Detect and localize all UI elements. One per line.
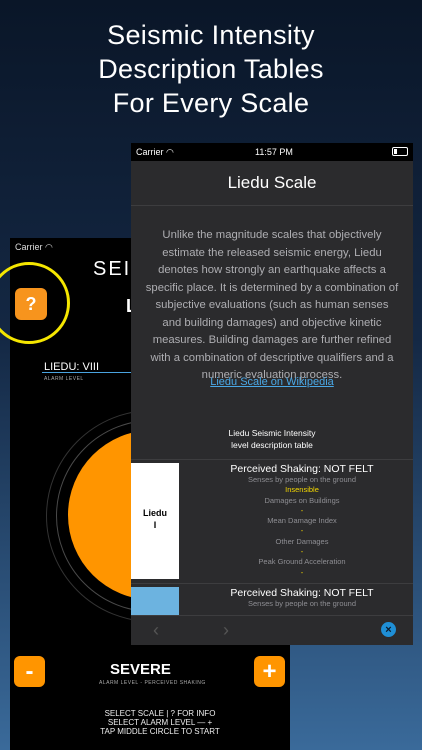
row-title: Perceived Shaking: NOT FELT (230, 587, 374, 599)
bottom-toolbar: ‹ › × (131, 615, 413, 645)
row-line: Other Damages (275, 536, 329, 546)
row-line: - (300, 505, 304, 515)
status-bar: Carrier ◠ 11:57 PM (131, 143, 413, 161)
scale-description: Unlike the magnitude scales that objecti… (145, 229, 399, 381)
severity-caption: ALARM LEVEL - PERCEIVED SHAKING (99, 680, 206, 686)
minus-button[interactable]: - (14, 656, 45, 687)
severity-value: SEVERE (110, 661, 171, 678)
row-line: Senses by people on the ground (248, 599, 356, 608)
row-line: - (300, 567, 304, 577)
reading-underline (42, 372, 142, 373)
front-status-carrier: Carrier ◠ (136, 147, 174, 157)
wikipedia-link[interactable]: Liedu Scale on Wikipedia (131, 376, 413, 388)
headline-line-3: For Every Scale (112, 88, 310, 118)
wifi-icon: ◠ (166, 147, 174, 157)
battery-icon (392, 147, 408, 156)
close-icon[interactable]: × (381, 622, 396, 637)
nav-divider (131, 205, 413, 206)
wifi-icon: ◠ (45, 242, 53, 252)
back-status-carrier: Carrier ◠ (15, 242, 53, 252)
row-title: Perceived Shaking: NOT FELT (230, 463, 374, 475)
forward-arrow-icon[interactable]: › (223, 620, 229, 641)
table-divider (131, 583, 413, 584)
table-row: Perceived Shaking: NOT FELT Senses by pe… (199, 463, 405, 578)
instruction-line: SELECT ALARM LEVEL — + (107, 718, 213, 727)
headline: Seismic Intensity Description Tables For… (0, 18, 422, 120)
instruction-line: TAP MIDDLE CIRCLE TO START (100, 727, 220, 736)
instruction-line: SELECT SCALE | ? FOR INFO (104, 709, 216, 718)
table-divider (131, 459, 413, 460)
alarm-level-caption: ALARM LEVEL (44, 376, 84, 382)
row-line: Peak Ground Acceleration (258, 557, 346, 567)
nav-title: Liedu Scale (227, 173, 317, 192)
row-line: Mean Damage Index (267, 516, 337, 526)
row-line: Insensible (285, 485, 319, 495)
headline-line-2: Description Tables (98, 54, 324, 84)
table-heading: Liedu Seismic Intensity level descriptio… (228, 428, 316, 450)
row-line: Senses by people on the ground (248, 475, 356, 484)
back-arrow-icon[interactable]: ‹ (153, 620, 159, 641)
intensity-color-swatch (131, 587, 179, 617)
row-line: Damages on Buildings (264, 495, 340, 505)
row-line: - (300, 526, 304, 536)
headline-line-1: Seismic Intensity (107, 20, 315, 50)
row-line: - (300, 547, 304, 557)
instructions: SELECT SCALE | ? FOR INFO SELECT ALARM L… (65, 709, 255, 736)
status-time: 11:57 PM (255, 147, 293, 157)
plus-button[interactable]: + (254, 656, 285, 687)
intensity-code: Liedu I (143, 508, 167, 530)
front-phone-screen: Carrier ◠ 11:57 PM Liedu Scale Unlike th… (131, 143, 413, 645)
table-row: Perceived Shaking: NOT FELT Senses by pe… (199, 587, 405, 609)
